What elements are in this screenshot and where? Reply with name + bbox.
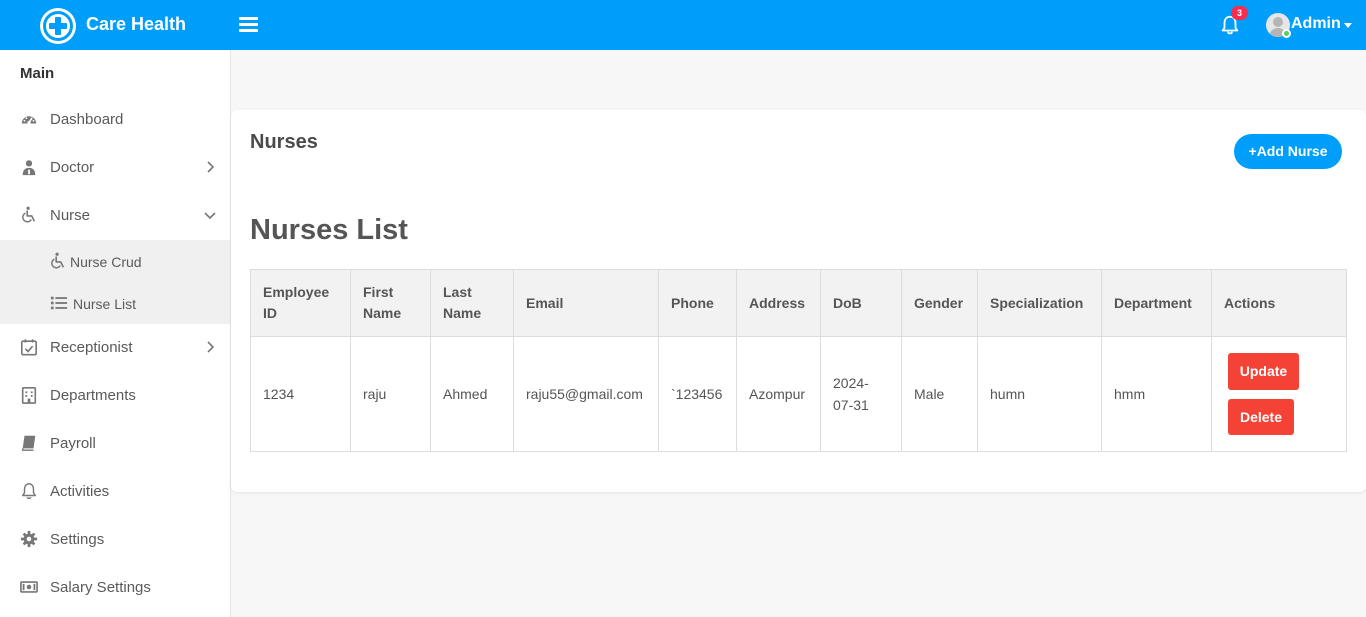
sidebar-item-label: Departments <box>50 387 136 404</box>
cell-employee-id: 1234 <box>250 336 351 452</box>
sidebar-item-settings[interactable]: Settings <box>0 516 230 564</box>
sidebar-item-label: Salary Settings <box>50 579 151 596</box>
table-header-row: Employee ID First Name Last Name Email P… <box>250 269 1347 337</box>
column-header: Phone <box>658 269 737 337</box>
sidebar-item-activities[interactable]: Activities <box>0 468 230 516</box>
money-icon <box>20 581 38 593</box>
column-header: Actions <box>1211 269 1347 337</box>
column-header: Employee ID <box>250 269 351 337</box>
add-nurse-button[interactable]: +Add Nurse <box>1234 134 1342 169</box>
chevron-down-icon <box>204 212 216 220</box>
delete-button[interactable]: Delete <box>1228 399 1294 435</box>
column-header: DoB <box>820 269 902 337</box>
logo-icon[interactable] <box>40 8 76 44</box>
cell-actions: Update Delete <box>1211 336 1347 452</box>
sidebar-item-payroll[interactable]: Payroll <box>0 420 230 468</box>
wheelchair-icon <box>51 252 65 269</box>
online-status-dot <box>1282 29 1291 38</box>
sidebar-item-nurse[interactable]: Nurse <box>0 192 230 240</box>
menu-icon[interactable] <box>239 17 258 33</box>
sidebar-item-label: Nurse <box>50 207 91 224</box>
sidebar-subitem-label: Nurse List <box>73 296 137 312</box>
sidebar-item-label: Payroll <box>50 435 96 452</box>
sidebar-subitem-nurse-crud[interactable]: Nurse Crud <box>0 240 230 282</box>
list-icon <box>50 296 68 310</box>
cell-phone: `123456 <box>658 336 737 452</box>
top-header: Care Health 3 Admin <box>0 0 1366 50</box>
cell-department: hmm <box>1101 336 1212 452</box>
calendar-check-icon <box>20 339 38 356</box>
sidebar-item-label: Settings <box>50 531 105 548</box>
cell-last-name: Ahmed <box>430 336 514 452</box>
nurse-submenu: Nurse Crud Nurse List <box>0 240 230 324</box>
column-header: Address <box>736 269 821 337</box>
sidebar-item-label: Doctor <box>50 159 95 176</box>
chevron-right-icon <box>207 161 215 173</box>
sidebar-subitem-nurse-list[interactable]: Nurse List <box>0 282 230 324</box>
bell-icon <box>21 483 37 500</box>
dashboard-icon <box>21 116 37 125</box>
table-row: 1234 raju Ahmed raju55@gmail.com `123456… <box>250 336 1347 452</box>
column-header: Department <box>1101 269 1212 337</box>
doctor-icon <box>22 160 36 176</box>
book-icon <box>21 435 36 451</box>
sidebar-item-salary-settings[interactable]: Salary Settings <box>0 564 230 612</box>
chevron-right-icon <box>207 341 215 353</box>
sidebar-section-title: Main <box>20 65 55 82</box>
brand-name[interactable]: Care Health <box>86 14 186 35</box>
sidebar-item-departments[interactable]: Departments <box>0 372 230 420</box>
column-header: Last Name <box>430 269 514 337</box>
column-header: Gender <box>901 269 978 337</box>
sidebar-item-doctor[interactable]: Doctor <box>0 144 230 192</box>
column-header: First Name <box>350 269 431 337</box>
sidebar: Main Dashboard Doctor Nurse Nurse Crud N… <box>0 50 231 617</box>
hospital-icon <box>21 386 37 404</box>
notification-badge: 3 <box>1231 6 1248 20</box>
sidebar-item-dashboard[interactable]: Dashboard <box>0 96 230 144</box>
user-name[interactable]: Admin <box>1291 15 1341 33</box>
wheelchair-icon <box>22 206 36 223</box>
update-button[interactable]: Update <box>1228 353 1299 390</box>
list-title: Nurses List <box>250 214 408 246</box>
sidebar-item-label: Dashboard <box>50 111 124 128</box>
page-title: Nurses <box>250 131 318 153</box>
cell-email: raju55@gmail.com <box>513 336 659 452</box>
sidebar-item-label: Activities <box>50 483 110 500</box>
content-card: Nurses +Add Nurse Nurses List Employee I… <box>231 110 1366 492</box>
cell-specialization: humn <box>977 336 1102 452</box>
cell-gender: Male <box>901 336 978 452</box>
gear-icon <box>20 530 38 548</box>
sidebar-item-label: Receptionist <box>50 339 133 356</box>
sidebar-subitem-label: Nurse Crud <box>70 254 142 270</box>
column-header: Email <box>513 269 659 337</box>
sidebar-item-receptionist[interactable]: Receptionist <box>0 324 230 372</box>
column-header: Specialization <box>977 269 1102 337</box>
cell-address: Azompur <box>736 336 821 452</box>
caret-down-icon[interactable] <box>1344 23 1352 28</box>
cell-first-name: raju <box>350 336 431 452</box>
cell-dob: 2024- 07-31 <box>820 336 902 452</box>
nurses-table: Employee ID First Name Last Name Email P… <box>250 269 1347 452</box>
